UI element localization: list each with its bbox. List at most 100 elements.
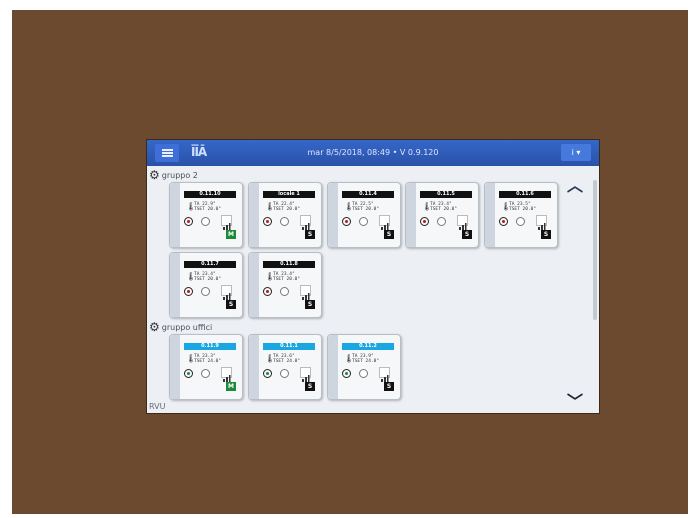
tset-value: TSET 20.0°	[509, 207, 537, 212]
fan-speed-icon[interactable]	[379, 215, 390, 230]
power-dot-icon	[344, 371, 348, 375]
mode-button[interactable]	[359, 217, 368, 226]
power-dot-icon	[186, 219, 190, 223]
zone-name: 0.11.7	[184, 261, 236, 268]
fan-speed-icon[interactable]	[300, 367, 311, 382]
mode-badge: M	[226, 230, 236, 239]
touch-screen: ĪĪĀ mar 8/5/2018, 08:49 • V 0.9.120 i ▾ …	[147, 140, 599, 413]
fan-speed-icon[interactable]	[221, 285, 232, 300]
power-button[interactable]	[263, 217, 272, 226]
gear-icon[interactable]: ⚙	[149, 321, 160, 333]
zone-card[interactable]: 0.11.8 🌡 TA 23.4° TSET 20.0° S	[248, 252, 322, 318]
mode-badge: S	[305, 230, 315, 239]
tset-value: TSET 24.0°	[352, 359, 380, 364]
zone-temps: TA 23.4° TSET 20.0°	[273, 272, 300, 282]
mode-badge: S	[462, 230, 472, 239]
group-label: gruppo uffici	[161, 322, 213, 332]
scroll-down-chevron-icon[interactable]: ﹀	[567, 388, 583, 412]
power-dot-icon	[265, 289, 269, 293]
mode-button[interactable]	[280, 369, 289, 378]
card-tab	[328, 183, 338, 247]
scrollbar[interactable]	[593, 180, 597, 320]
card-tab	[328, 335, 338, 399]
zone-temps: TA 23.4° TSET 20.0°	[194, 272, 221, 282]
zone-name: locale 1	[263, 191, 315, 198]
power-button[interactable]	[499, 217, 508, 226]
power-button[interactable]	[263, 369, 272, 378]
power-dot-icon	[186, 371, 190, 375]
mode-button[interactable]	[280, 287, 289, 296]
scroll-up-chevron-icon[interactable]: ︿	[567, 172, 583, 196]
zone-name: 0.11.9	[184, 343, 236, 350]
mode-badge: S	[305, 300, 315, 309]
power-button[interactable]	[263, 287, 272, 296]
mode-badge: S	[384, 382, 394, 391]
mode-button[interactable]	[201, 287, 210, 296]
power-dot-icon	[501, 219, 505, 223]
zone-card[interactable]: 0.11.2 🌡 TA 23.9° TSET 24.0° S	[327, 334, 401, 400]
power-button[interactable]	[184, 369, 193, 378]
zone-name: 0.11.10	[184, 191, 236, 198]
power-button[interactable]	[184, 217, 193, 226]
fan-speed-icon[interactable]	[221, 367, 232, 382]
mode-button[interactable]	[437, 217, 446, 226]
mode-badge: S	[541, 230, 551, 239]
mode-button[interactable]	[201, 217, 210, 226]
zone-card[interactable]: 0.11.5 🌡 TA 23.4° TSET 20.0° S	[405, 182, 479, 248]
top-bar: ĪĪĀ mar 8/5/2018, 08:49 • V 0.9.120 i ▾	[147, 140, 599, 166]
zone-temps: TA 22.5° TSET 20.0°	[352, 202, 379, 212]
power-dot-icon	[265, 219, 269, 223]
tset-value: TSET 20.0°	[194, 277, 222, 282]
group-header-gruppo-uffici[interactable]: ⚙ gruppo uffici	[149, 321, 213, 333]
power-button[interactable]	[342, 217, 351, 226]
fan-speed-icon[interactable]	[536, 215, 547, 230]
card-tab	[170, 183, 180, 247]
info-button[interactable]: i ▾	[561, 144, 591, 161]
tset-value: TSET 20.0°	[273, 207, 301, 212]
zone-card[interactable]: 0.11.7 🌡 TA 23.4° TSET 20.0° S	[169, 252, 243, 318]
footer-label: RVU	[149, 402, 166, 411]
zone-card[interactable]: 0.11.10 🌡 TA 22.9° TSET 20.0° M	[169, 182, 243, 248]
fan-speed-icon[interactable]	[221, 215, 232, 230]
power-dot-icon	[422, 219, 426, 223]
zone-temps: TA 23.9° TSET 24.0°	[352, 354, 379, 364]
tset-value: TSET 20.0°	[194, 207, 222, 212]
card-tab	[485, 183, 495, 247]
zone-temps: TA 23.6° TSET 24.0°	[273, 354, 300, 364]
tset-value: TSET 20.0°	[273, 277, 301, 282]
card-tab	[170, 253, 180, 317]
fan-speed-icon[interactable]	[457, 215, 468, 230]
zone-card[interactable]: 0.11.1 🌡 TA 23.6° TSET 24.0° S	[248, 334, 322, 400]
zone-temps: TA 23.4° TSET 20.0°	[430, 202, 457, 212]
zone-name: 0.11.6	[499, 191, 551, 198]
card-tab	[170, 335, 180, 399]
power-button[interactable]	[184, 287, 193, 296]
power-button[interactable]	[420, 217, 429, 226]
tset-value: TSET 24.0°	[273, 359, 301, 364]
zone-name: 0.11.2	[342, 343, 394, 350]
tset-value: TSET 24.0°	[194, 359, 222, 364]
mode-button[interactable]	[201, 369, 210, 378]
zone-card[interactable]: 0.11.4 🌡 TA 22.5° TSET 20.0° S	[327, 182, 401, 248]
card-tab	[249, 183, 259, 247]
datetime-version: mar 8/5/2018, 08:49 • V 0.9.120	[307, 148, 439, 157]
fan-speed-icon[interactable]	[300, 215, 311, 230]
zone-card[interactable]: locale 1 🌡 TA 22.4° TSET 20.0° S	[248, 182, 322, 248]
fan-speed-icon[interactable]	[300, 285, 311, 300]
zone-temps: TA 22.9° TSET 20.0°	[194, 202, 221, 212]
power-dot-icon	[186, 289, 190, 293]
zone-card[interactable]: 0.11.9 🌡 TA 23.3° TSET 24.0° M	[169, 334, 243, 400]
zone-name: 0.11.1	[263, 343, 315, 350]
fan-speed-icon[interactable]	[379, 367, 390, 382]
gear-icon[interactable]: ⚙	[149, 169, 160, 181]
power-button[interactable]	[342, 369, 351, 378]
mode-button[interactable]	[516, 217, 525, 226]
group-header-gruppo-2[interactable]: ⚙ gruppo 2	[149, 169, 198, 181]
card-tab	[406, 183, 416, 247]
mode-badge: S	[226, 300, 236, 309]
mode-button[interactable]	[359, 369, 368, 378]
mode-button[interactable]	[280, 217, 289, 226]
zone-name: 0.11.5	[420, 191, 472, 198]
card-tab	[249, 253, 259, 317]
zone-card[interactable]: 0.11.6 🌡 TA 23.5° TSET 20.0° S	[484, 182, 558, 248]
